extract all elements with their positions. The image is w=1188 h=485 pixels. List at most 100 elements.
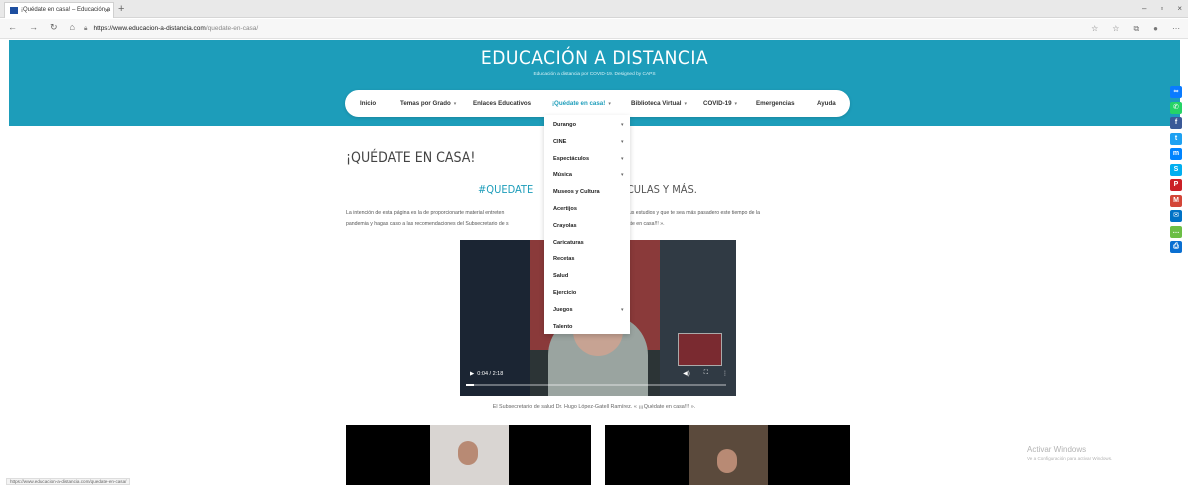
url-host: https://www.educacion-a-distancia.com [93, 25, 206, 32]
video-thumbnail[interactable] [346, 425, 591, 485]
url-field[interactable]: 🔒︎ https://www.educacion-a-distancia.com/… [84, 22, 258, 36]
dropdown-item-crayolas[interactable]: Crayolas [553, 223, 577, 229]
nav-label: Emergencias [756, 100, 795, 107]
close-window-button[interactable]: × [1177, 1, 1182, 17]
video-time: ▶ 0:04 / 2:18 [470, 371, 503, 377]
dropdown-item-recetas[interactable]: Recetas [553, 256, 574, 262]
home-icon[interactable]: ⌂ [70, 22, 75, 33]
nav-temas-por-grado[interactable]: Temas por Grado ▾ [400, 90, 456, 118]
gmail-share-icon[interactable]: M [1170, 194, 1182, 207]
dropdown-item-cine[interactable]: CINE [553, 139, 566, 145]
new-tab-button[interactable]: + [118, 2, 124, 16]
chevron-down-icon: ▾ [453, 101, 457, 107]
url-path: /quedate-en-casa/ [205, 25, 259, 32]
nav-enlaces-educativos[interactable]: Enlaces Educativos [473, 90, 531, 117]
site-title[interactable]: EDUCACIÓN A DISTANCIA [9, 47, 1180, 69]
window-controls: – ▫ × [1142, 1, 1182, 17]
video-progress-fill [466, 384, 474, 386]
watermark-title: Activar Windows [1027, 445, 1087, 454]
thumbnail-face [458, 441, 478, 465]
dropdown-item-salud[interactable]: Salud [553, 273, 568, 279]
watermark-subtitle: Ve a Configuración para activar Windows. [1027, 456, 1113, 461]
copy-link-share-icon[interactable]: ∞ [1170, 86, 1182, 98]
play-icon[interactable]: ▶ [470, 371, 474, 377]
nav-label: ¡Quédate en casa! [552, 100, 606, 107]
volume-icon[interactable]: ◀) [683, 370, 690, 377]
profile-icon[interactable]: ● [1153, 22, 1158, 36]
chevron-down-icon: ▾ [621, 155, 624, 162]
tab-title: ¡Quédate en casa! – Educación a [21, 7, 111, 13]
lock-icon: 🔒︎ [84, 25, 88, 32]
dropdown-item-acertijos[interactable]: Acertijos [553, 206, 577, 212]
messenger-share-icon[interactable]: m [1170, 148, 1182, 160]
dropdown-item-m-sica[interactable]: Música [553, 172, 572, 178]
chevron-down-icon: ▾ [621, 138, 624, 145]
intro-text: La intención de esta página es la de pro… [346, 210, 505, 216]
dropdown-item-museos-y-cultura[interactable]: Museos y Cultura [553, 189, 600, 195]
dropdown-item-juegos[interactable]: Juegos [553, 307, 573, 313]
sms-share-icon[interactable]: … [1170, 225, 1182, 238]
twitter-share-icon[interactable]: t [1170, 132, 1182, 145]
whatsapp-share-icon[interactable]: ✆ [1170, 101, 1182, 114]
restore-button[interactable]: ▫ [1160, 1, 1163, 17]
sign-language-inset [678, 333, 722, 366]
nav-label: Biblioteca Virtual [631, 100, 682, 107]
more-options-icon[interactable]: ⋯ [1172, 22, 1180, 36]
facebook-share-icon[interactable]: f [1170, 117, 1182, 129]
page-title: ¡QUÉDATE EN CASA! [346, 150, 476, 166]
skype-share-icon[interactable]: S [1170, 163, 1182, 176]
nav-covid-19[interactable]: COVID-19 ▾ [703, 90, 737, 118]
chevron-down-icon: ▾ [621, 172, 624, 179]
subheading-hashtag: #QUEDATE [478, 183, 534, 196]
quedate-dropdown-menu: Durango ▾ CINE ▾ Espectáculos ▾ Música ▾ Museos … [544, 115, 630, 334]
status-bar-url: https://www.educacion-a-distancia.com/qu… [6, 478, 131, 485]
nav-emergencias[interactable]: Emergencias [756, 90, 795, 117]
favorites-icon[interactable]: ☆ [1112, 22, 1119, 36]
nav-ayuda[interactable]: Ayuda [817, 90, 836, 117]
dropdown-item-caricaturas[interactable]: Caricaturas [553, 240, 584, 246]
thumbnail-face [717, 449, 737, 473]
main-navbar: Inicio Temas por Grado ▾ Enlaces Educativ… [345, 90, 850, 117]
chevron-down-icon: ▾ [608, 101, 611, 107]
windows-activation-watermark: Activar Windows Ve a Configuración para … [1027, 445, 1112, 461]
email-share-icon[interactable]: ✉ [1170, 210, 1182, 222]
favorite-star-icon[interactable]: ☆ [1091, 22, 1098, 36]
nav-biblioteca-virtual[interactable]: Biblioteca Virtual ▾ [631, 90, 687, 118]
nav-label: Inicio [360, 100, 377, 107]
browser-tab-bar: ¡Quédate en casa! – Educación a × + – ▫ … [0, 0, 1188, 18]
refresh-icon[interactable]: ↻ [50, 22, 58, 33]
address-bar: ← → ↻ ⌂ 🔒︎ https://www.educacion-a-distan… [0, 19, 1188, 39]
chevron-down-icon: ▾ [684, 101, 687, 107]
collections-icon[interactable]: ⧉ [1133, 22, 1139, 36]
pinterest-share-icon[interactable]: P [1170, 179, 1182, 191]
dropdown-item-durango[interactable]: Durango [553, 122, 576, 128]
dropdown-item-talento[interactable]: Talento [553, 324, 572, 330]
tab-close-icon[interactable]: × [104, 3, 109, 18]
minimize-button[interactable]: – [1142, 1, 1146, 17]
more-options-icon[interactable]: ⋮ [722, 370, 728, 377]
video-time-text: 0:04 / 2:18 [477, 371, 504, 377]
nav-label: COVID-19 [703, 100, 732, 107]
intro-text: pandemia y hagas caso a las recomendacio… [346, 220, 509, 227]
back-icon[interactable]: ← [8, 22, 17, 33]
nav-inicio[interactable]: Inicio [360, 90, 376, 117]
video-controls: ▶ 0:04 / 2:18 ◀) ⛶ ⋮ [460, 366, 736, 396]
fullscreen-icon[interactable]: ⛶ [704, 370, 708, 377]
chevron-down-icon: ▾ [621, 122, 624, 128]
print-share-icon[interactable]: ⎙ [1170, 241, 1182, 253]
video-progress-bar[interactable] [466, 384, 726, 386]
chevron-down-icon: ▾ [621, 306, 624, 313]
browser-tab[interactable]: ¡Quédate en casa! – Educación a × [4, 2, 114, 18]
nav-label: Ayuda [817, 100, 836, 107]
site-favicon-icon [10, 7, 18, 14]
site-subtitle: Educación a distancia por COVID-19. Desi… [533, 72, 656, 77]
dropdown-item-ejercicio[interactable]: Ejercicio [553, 290, 576, 296]
chevron-down-icon: ▾ [734, 101, 738, 107]
nav-quedate-en-casa[interactable]: ¡Quédate en casa! ▾ [552, 90, 611, 118]
dropdown-item-espect-culos[interactable]: Espectáculos [553, 156, 589, 162]
video-thumbnail[interactable] [605, 425, 850, 485]
forward-icon[interactable]: → [29, 22, 38, 33]
nav-label: Enlaces Educativos [473, 100, 532, 107]
nav-label: Temas por Grado [400, 100, 451, 107]
video-caption: El Subsecretario de salud Dr. Hugo López… [492, 404, 696, 410]
